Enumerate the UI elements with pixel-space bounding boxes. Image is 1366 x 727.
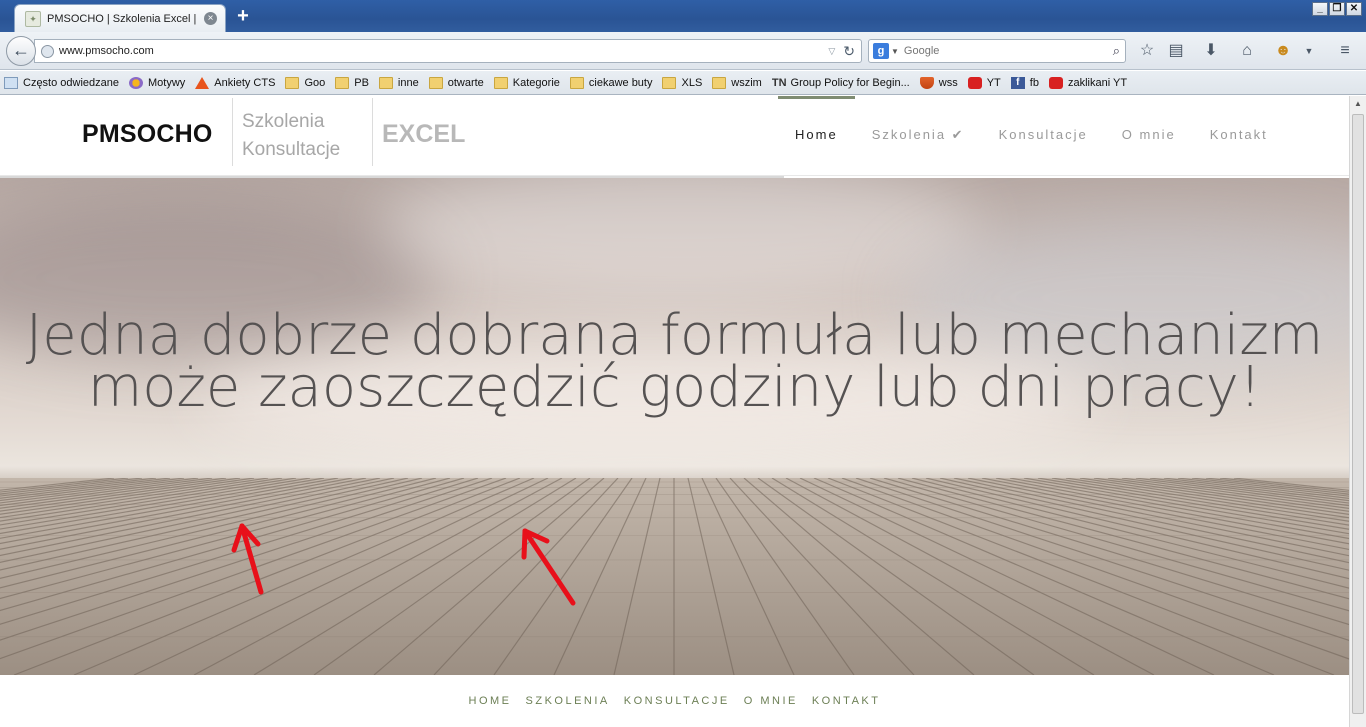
bookmark-item[interactable]: YT (967, 76, 1001, 89)
shield-icon (919, 76, 934, 89)
nav-konsultacje[interactable]: Konsultacje (982, 96, 1105, 176)
footer-nav-konsultacje[interactable]: KONSULTACJE (624, 695, 730, 707)
bookmark-item[interactable]: Ankiety CTS (195, 76, 275, 89)
footer-nav: HOME SZKOLENIA KONSULTACJE O MNIE KONTAK… (0, 675, 1349, 727)
youtube-icon (1048, 76, 1063, 89)
title-bar: ✦ PMSOCHO | Szkolenia Excel | ... × + _ … (0, 0, 1366, 32)
folder-icon (662, 76, 677, 89)
addon-dropdown-icon[interactable]: ▼ (1298, 41, 1320, 61)
search-input[interactable] (903, 45, 1113, 57)
logo-subtitle: Szkolenia Konsultacje (242, 108, 340, 164)
bookmark-item[interactable]: zaklikani YT (1048, 76, 1127, 89)
survey-icon (195, 76, 210, 89)
youtube-icon (967, 76, 982, 89)
bookmark-folder[interactable]: ciekawe buty (569, 76, 652, 89)
bookmark-item[interactable]: Motywy (129, 76, 185, 89)
wooden-deck-image (0, 478, 1349, 675)
bookmark-star-icon[interactable]: ☆ (1136, 41, 1158, 61)
globe-icon (41, 44, 54, 58)
url-bar[interactable]: www.pmsocho.com ▽ ↻ (34, 39, 862, 63)
nav-o-mnie[interactable]: O mnie (1105, 96, 1193, 176)
theme-icon (129, 76, 144, 89)
footer-nav-o-mnie[interactable]: O MNIE (744, 695, 798, 707)
home-icon[interactable]: ⌂ (1236, 41, 1258, 61)
folder-icon (378, 76, 393, 89)
annotation-arrow-icon (521, 528, 576, 606)
hero-line-2: może zaoszczędzić godziny lub dni pracy! (87, 355, 1262, 420)
facebook-icon: f (1010, 76, 1025, 89)
folder-icon (569, 76, 584, 89)
logo-excel: EXCEL (382, 120, 466, 148)
new-tab-button[interactable]: + (232, 6, 254, 26)
folder-icon (712, 76, 727, 89)
back-button[interactable]: ← (6, 36, 36, 66)
bookmark-item[interactable]: Często odwiedzane (4, 76, 119, 89)
site-logo[interactable]: PMSOCHO (82, 120, 213, 149)
logo-divider (372, 98, 373, 166)
vertical-scrollbar[interactable]: ▲ (1349, 96, 1366, 727)
tab-title: PMSOCHO | Szkolenia Excel | ... (47, 12, 197, 25)
bookmark-folder[interactable]: PB (335, 76, 369, 89)
bookmark-folder[interactable]: Goo (285, 76, 325, 89)
downloads-icon[interactable]: ⬇ (1200, 41, 1222, 61)
bookmark-item[interactable]: f fb (1010, 76, 1039, 89)
nav-home[interactable]: Home (778, 96, 855, 176)
nav-szkolenia[interactable]: Szkolenia ✔ (855, 96, 982, 176)
folder-icon (285, 76, 300, 89)
hero-banner: Jedna dobrze dobrana formuła lub mechani… (0, 178, 1349, 675)
folder-icon (335, 76, 350, 89)
menu-icon[interactable]: ≡ (1334, 41, 1356, 61)
page-viewport: PMSOCHO Szkolenia Konsultacje EXCEL Home… (0, 96, 1349, 727)
reload-icon[interactable]: ↻ (843, 43, 855, 60)
logo-subtitle-line2: Konsultacje (242, 139, 341, 160)
nav-kontakt[interactable]: Kontakt (1193, 96, 1285, 176)
folder-icon (493, 76, 508, 89)
bookmark-folder[interactable]: wszim (712, 76, 762, 89)
close-window-button[interactable]: ✕ (1346, 2, 1362, 16)
folder-icon (428, 76, 443, 89)
engine-dropdown-icon[interactable]: ▼ (891, 47, 899, 56)
footer-nav-home[interactable]: HOME (469, 695, 512, 707)
bookmark-item[interactable]: wss (919, 76, 958, 89)
url-text[interactable]: www.pmsocho.com (59, 45, 828, 57)
browser-tab[interactable]: ✦ PMSOCHO | Szkolenia Excel | ... × (14, 4, 226, 32)
footer-nav-kontakt[interactable]: KONTAKT (812, 695, 881, 707)
google-engine-icon[interactable]: g (873, 43, 889, 59)
navigation-toolbar: www.pmsocho.com ▽ ↻ ← g ▼ ⌕ ☆ ▤ ⬇ ⌂ ☻ ▼ … (0, 32, 1366, 70)
logo-subtitle-line1: Szkolenia (242, 111, 325, 132)
annotation-arrow-icon (231, 523, 264, 595)
scroll-up-icon[interactable]: ▲ (1350, 96, 1366, 112)
page-icon (4, 76, 18, 89)
hero-headline: Jedna dobrze dobrana formuła lub mechani… (0, 308, 1349, 420)
bookmark-folder[interactable]: XLS (662, 76, 702, 89)
footer-nav-szkolenia[interactable]: SZKOLENIA (526, 695, 610, 707)
bookmark-folder[interactable]: Kategorie (493, 76, 560, 89)
bookmark-item[interactable]: TN Group Policy for Begin... (772, 77, 910, 89)
search-bar[interactable]: g ▼ ⌕ (868, 39, 1126, 63)
close-tab-icon[interactable]: × (204, 12, 217, 25)
search-icon[interactable]: ⌕ (1113, 43, 1120, 59)
logo-divider (232, 98, 233, 166)
main-nav: Home Szkolenia ✔ Konsultacje O mnie Kont… (778, 96, 1285, 176)
tn-icon: TN (771, 76, 787, 89)
bookmarks-bar: Często odwiedzane Motywy Ankiety CTS Goo… (0, 71, 1366, 95)
bookmark-folder[interactable]: inne (378, 76, 419, 89)
restore-button[interactable]: ❐ (1329, 2, 1345, 16)
tab-favicon-icon: ✦ (25, 10, 41, 27)
window-controls: _ ❐ ✕ (1312, 2, 1362, 16)
scrollbar-thumb[interactable] (1352, 114, 1364, 714)
reading-list-icon[interactable]: ▤ (1165, 41, 1187, 61)
site-header: PMSOCHO Szkolenia Konsultacje EXCEL Home… (0, 96, 1349, 176)
url-dropdown-icon[interactable]: ▽ (828, 46, 835, 57)
addon-icon[interactable]: ☻ (1272, 41, 1294, 61)
minimize-button[interactable]: _ (1312, 2, 1328, 16)
cloud-shape (380, 178, 980, 298)
bookmark-folder[interactable]: otwarte (428, 76, 484, 89)
